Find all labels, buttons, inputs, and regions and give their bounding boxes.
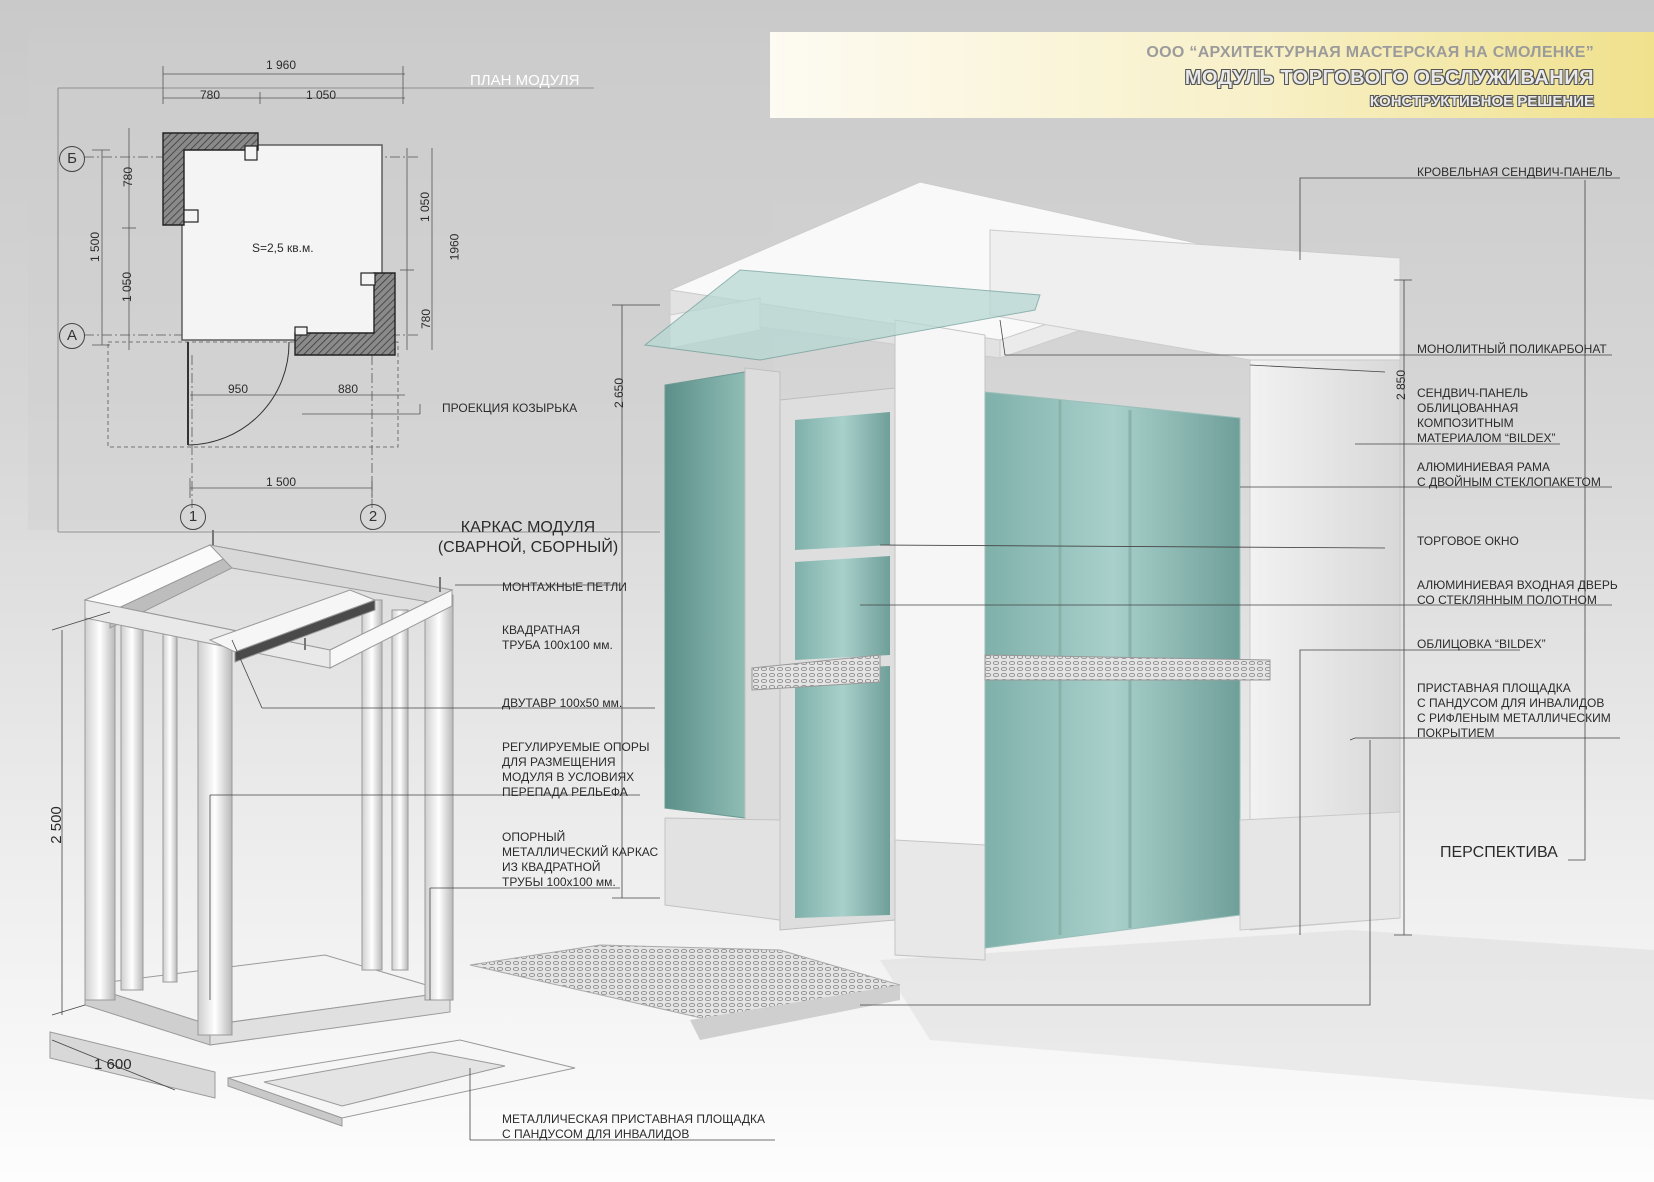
label-base-1: ОПОРНЫЙ — [502, 830, 566, 844]
label-sandwich-1: СЕНДВИЧ-ПАНЕЛЬ — [1417, 386, 1529, 400]
drawing-graphics — [28, 30, 1654, 1141]
frame-width-dim: 1 600 — [94, 1056, 132, 1073]
frame-height-dim: 2 500 — [47, 806, 65, 844]
label-ramp-3: С РИФЛЕНЫМ МЕТАЛЛИЧЕСКИМ — [1417, 711, 1611, 725]
perspective-height-left: 2 650 — [612, 377, 627, 409]
perspective-height-right: 2 850 — [1394, 369, 1409, 401]
dim-left-total: 1 500 — [88, 231, 103, 263]
axis-marker-2: 2 — [360, 504, 386, 530]
label-supports-3: МОДУЛЯ В УСЛОВИЯХ — [502, 770, 635, 784]
label-roof-panel: КРОВЕЛЬНАЯ СЕНДВИЧ-ПАНЕЛЬ — [1417, 165, 1613, 179]
sheet-subtitle: КОНСТРУКТИВНОЕ РЕШЕНИЕ — [1369, 93, 1594, 110]
label-ramp-4: ПОКРЫТИЕМ — [1417, 726, 1495, 740]
frame-title-line1: КАРКАС МОДУЛЯ — [460, 519, 596, 536]
organization-name: ООО “АРХИТЕКТУРНАЯ МАСТЕРСКАЯ НА СМОЛЕНК… — [1146, 44, 1594, 61]
label-square-pipe-2: ТРУБА 100х100 мм. — [502, 638, 613, 652]
perspective-title: ПЕРСПЕКТИВА — [1440, 844, 1558, 861]
label-frame-glass-2: С ДВОЙНЫМ СТЕКЛОПАКЕТОМ — [1417, 475, 1601, 489]
label-door-1: АЛЮМИНИЕВАЯ ВХОДНАЯ ДВЕРЬ — [1417, 578, 1618, 592]
label-base-3: ИЗ КВАДРАТНОЙ — [502, 860, 601, 874]
dim-top-total: 1 960 — [266, 58, 297, 72]
dim-top-left: 780 — [200, 88, 221, 102]
dim-bottom-right: 880 — [338, 382, 359, 396]
axis-marker-b: Б — [59, 146, 85, 172]
label-platform-2: С ПАНДУСОМ ДЛЯ ИНВАЛИДОВ — [502, 1127, 690, 1141]
label-frame-glass-1: АЛЮМИНИЕВАЯ РАМА — [1417, 460, 1550, 474]
dim-bottom-axis: 1 500 — [266, 475, 297, 489]
label-door-2: СО СТЕКЛЯННЫМ ПОЛОТНОМ — [1417, 593, 1597, 607]
dim-left-top: 780 — [121, 166, 136, 188]
drawing-sheet: ООО “АРХИТЕКТУРНАЯ МАСТЕРСКАЯ НА СМОЛЕНК… — [0, 0, 1654, 1182]
label-base-4: ТРУБЫ 100х100 мм. — [502, 875, 616, 889]
dim-right-top: 1 050 — [418, 191, 433, 223]
sheet-title: МОДУЛЬ ТОРГОВОГО ОБСЛУЖИВАНИЯ — [1184, 67, 1594, 89]
label-supports-2: ДЛЯ РАЗМЕЩЕНИЯ — [502, 755, 616, 769]
canopy-projection-label: ПРОЕКЦИЯ КОЗЫРЬКА — [442, 401, 578, 415]
title-block: ООО “АРХИТЕКТУРНАЯ МАСТЕРСКАЯ НА СМОЛЕНК… — [770, 32, 1654, 118]
label-sales-window: ТОРГОВОЕ ОКНО — [1417, 534, 1519, 548]
label-sandwich-4: МАТЕРИАЛОМ “BILDEX” — [1417, 431, 1556, 445]
axis-marker-a: А — [59, 323, 85, 349]
label-supports-4: ПЕРЕПАДА РЕЛЬЕФА — [502, 785, 628, 799]
label-platform-1: МЕТАЛЛИЧЕСКАЯ ПРИСТАВНАЯ ПЛОЩАДКА — [502, 1112, 765, 1126]
label-sandwich-3: КОМПОЗИТНЫМ — [1417, 416, 1514, 430]
axis-marker-1: 1 — [180, 504, 206, 530]
label-base-2: МЕТАЛЛИЧЕСКИЙ КАРКАС — [502, 845, 659, 859]
plan-area: S=2,5 кв.м. — [252, 241, 314, 255]
dim-left-mid: 1 050 — [120, 271, 135, 303]
label-square-pipe-1: КВАДРАТНАЯ — [502, 623, 581, 637]
dim-bottom-left: 950 — [228, 382, 249, 396]
label-supports-1: РЕГУЛИРУЕМЫЕ ОПОРЫ — [502, 740, 650, 754]
label-ramp-2: С ПАНДУСОМ ДЛЯ ИНВАЛИДОВ — [1417, 696, 1605, 710]
dim-right-bottom: 780 — [419, 308, 434, 330]
label-ibeam: ДВУТАВР 100х50 мм. — [502, 696, 623, 710]
label-cladding: ОБЛИЦОВКА “BILDEX” — [1417, 637, 1546, 651]
frame-title-line2: (СВАРНОЙ, СБОРНЫЙ) — [437, 539, 619, 556]
label-polycarbonate: МОНОЛИТНЫЙ ПОЛИКАРБОНАТ — [1417, 342, 1607, 356]
plan-title: ПЛАН МОДУЛЯ — [470, 72, 580, 89]
dim-top-right: 1 050 — [306, 88, 337, 102]
dim-right-total: 1960 — [447, 233, 462, 261]
label-ramp-1: ПРИСТАВНАЯ ПЛОЩАДКА — [1417, 681, 1571, 695]
label-sandwich-2: ОБЛИЦОВАННАЯ — [1417, 401, 1519, 415]
label-mounting-loops: МОНТАЖНЫЕ ПЕТЛИ — [502, 580, 627, 594]
